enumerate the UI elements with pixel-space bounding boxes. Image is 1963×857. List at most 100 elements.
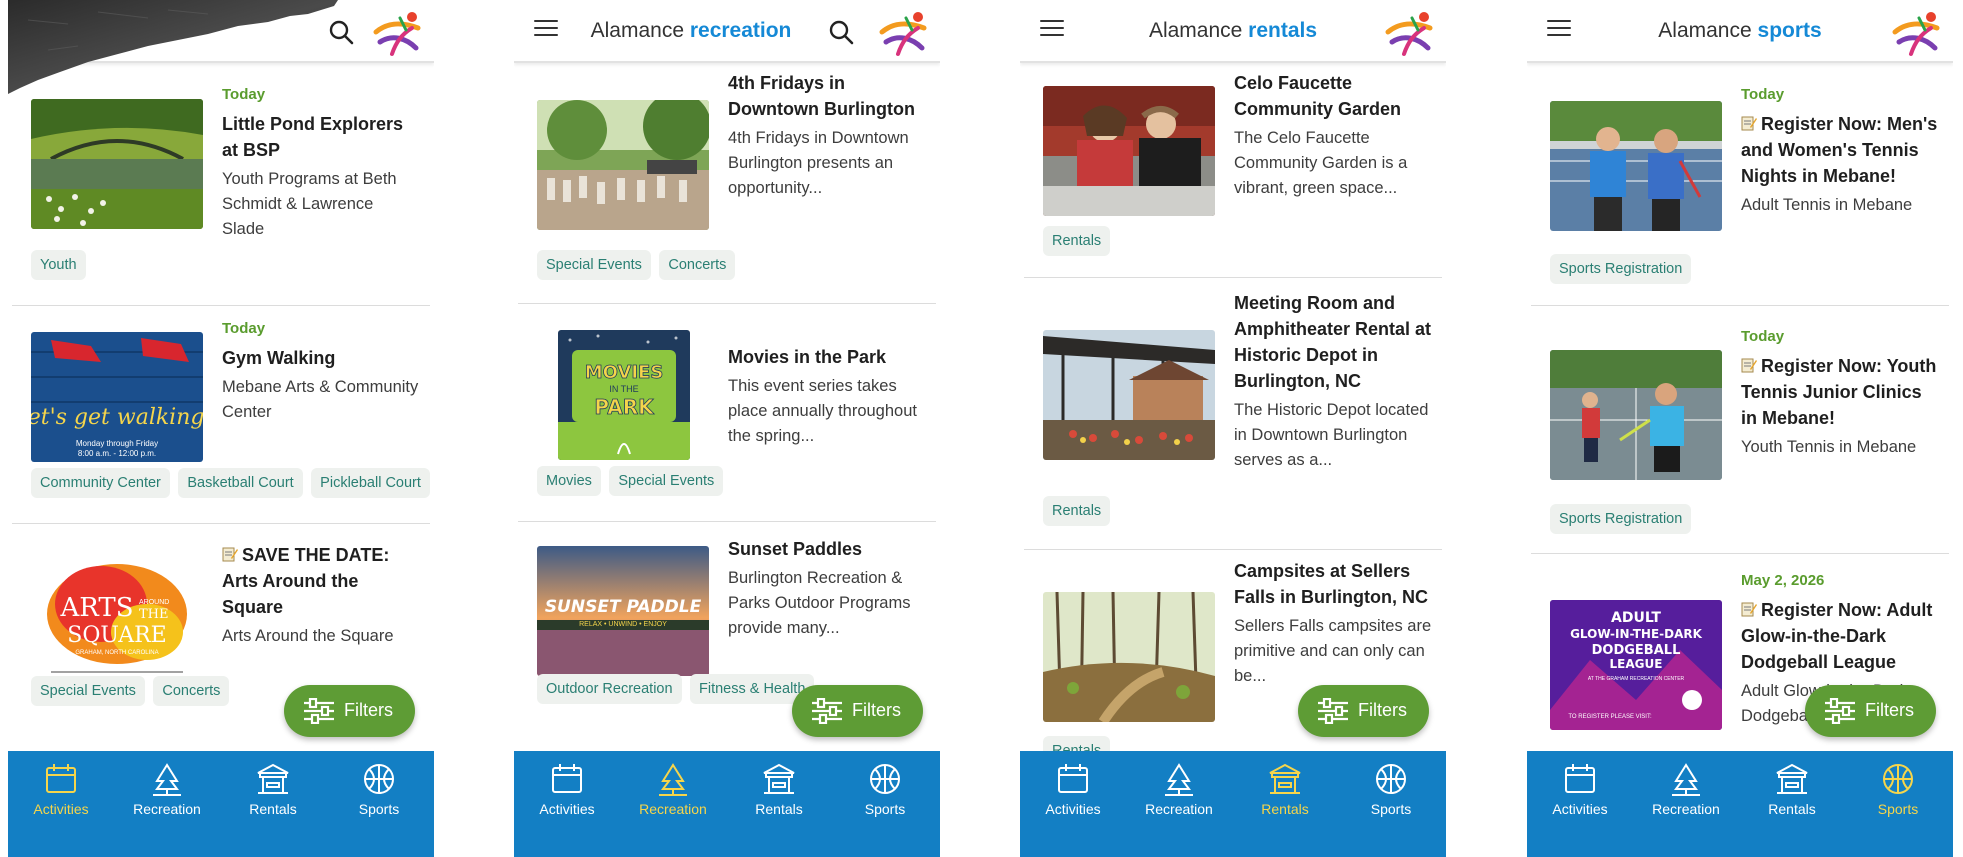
rental-title[interactable]: Meeting Room and Amphitheater Rental at … bbox=[1234, 290, 1432, 394]
event-title-text: SAVE THE DATE: Arts Around the Square bbox=[222, 545, 390, 617]
rental-description: The Celo Faucette Community Garden is a … bbox=[1234, 129, 1408, 197]
sliders-icon bbox=[812, 698, 842, 724]
tag-chip[interactable]: Outdoor Recreation bbox=[537, 674, 682, 704]
bottom-nav: Activities Recreation Rentals Sports bbox=[514, 751, 940, 857]
nav-recreation[interactable]: Recreation bbox=[620, 761, 726, 817]
event-title-text: Register Now: Youth Tennis Junior Clinic… bbox=[1741, 356, 1937, 428]
tag-chip[interactable]: Rentals bbox=[1043, 226, 1111, 256]
filters-label: Filters bbox=[344, 700, 393, 720]
card-info: Today Register Now: Youth Tennis Junior … bbox=[1741, 328, 1939, 460]
event-title[interactable]: Movies in the Park bbox=[728, 344, 926, 370]
screen-sports: Alamance sports Today Register Now: Men'… bbox=[1527, 0, 1953, 857]
nav-rentals[interactable]: Rentals bbox=[1739, 761, 1845, 817]
tag-chip[interactable]: Rentals bbox=[1043, 496, 1111, 526]
nav-sports[interactable]: Sports bbox=[1338, 761, 1444, 817]
nav-sports[interactable]: Sports bbox=[832, 761, 938, 817]
tag-chip[interactable]: Pickleball Court bbox=[311, 468, 430, 498]
event-title[interactable]: Register Now: Youth Tennis Junior Clinic… bbox=[1741, 353, 1939, 431]
event-title[interactable]: Register Now: Adult Glow-in-the-Dark Dod… bbox=[1741, 597, 1939, 675]
nav-label: Activities bbox=[33, 801, 89, 817]
tag-chip[interactable]: Special Events bbox=[537, 250, 651, 280]
app-title: Alamance recreation bbox=[514, 19, 868, 43]
rental-title[interactable]: Celo Faucette Community Garden bbox=[1234, 70, 1432, 122]
pavilion-icon bbox=[257, 763, 289, 794]
tree-icon bbox=[153, 763, 181, 796]
nav-recreation[interactable]: Recreation bbox=[1633, 761, 1739, 817]
event-date: Today bbox=[1741, 328, 1785, 345]
list-item[interactable]: Meeting Room and Amphitheater Rental at … bbox=[1024, 280, 1442, 550]
list-item[interactable]: Today Little Pond Explorers at BSP Youth… bbox=[12, 64, 430, 306]
image-caption-sub: SQUARE bbox=[67, 623, 166, 648]
tag-chip[interactable]: Community Center bbox=[31, 468, 170, 498]
tag-chip[interactable]: Sports Registration bbox=[1550, 504, 1692, 534]
list-item[interactable]: Today Register Now: Youth Tennis Junior … bbox=[1531, 308, 1949, 554]
nav-activities[interactable]: Activities bbox=[1020, 761, 1126, 817]
nav-rentals[interactable]: Rentals bbox=[726, 761, 832, 817]
list-item[interactable]: MOVIES IN THE PARK Movies in the Park This… bbox=[518, 306, 936, 522]
app-header: Alamance recreation bbox=[514, 0, 940, 63]
card-info: Celo Faucette Community Garden The Celo … bbox=[1234, 70, 1432, 201]
activity-list: Today Little Pond Explorers at BSP Youth… bbox=[8, 64, 434, 751]
event-description: This event series takes place annually t… bbox=[728, 377, 917, 445]
tag-chip[interactable]: Concerts bbox=[659, 250, 736, 280]
filters-button[interactable]: Filters bbox=[1298, 685, 1429, 737]
event-title[interactable]: 4th Fridays in Downtown Burlington bbox=[728, 70, 926, 122]
tag-chip[interactable]: Basketball Court bbox=[178, 468, 303, 498]
alamance-logo[interactable] bbox=[1382, 8, 1436, 58]
tag-chip[interactable]: Rentals bbox=[1043, 736, 1111, 751]
filters-button[interactable]: Filters bbox=[792, 685, 923, 737]
nav-label: Sports bbox=[864, 801, 906, 817]
nav-recreation[interactable]: Recreation bbox=[114, 761, 220, 817]
list-item[interactable]: let's get walking! Monday through Friday8… bbox=[12, 308, 430, 524]
nav-activities[interactable]: Activities bbox=[8, 761, 114, 817]
tag-chip[interactable]: Movies bbox=[537, 466, 601, 496]
tag-list: Sports Registration bbox=[1550, 504, 1949, 534]
alamance-logo[interactable] bbox=[1889, 8, 1943, 58]
sport-thumbnail: ADULT GLOW-IN-THE-DARK DODGEBALL LEAGUE AT T… bbox=[1550, 600, 1722, 730]
nav-recreation[interactable]: Recreation bbox=[1126, 761, 1232, 817]
nav-label: Activities bbox=[1552, 801, 1608, 817]
brand-name: Alamance bbox=[590, 19, 684, 42]
event-title[interactable]: Gym Walking bbox=[222, 345, 420, 371]
tag-chip[interactable]: Youth bbox=[31, 250, 86, 280]
brand-name: Alamance bbox=[1658, 19, 1752, 42]
tag-chip[interactable]: Sports Registration bbox=[1550, 254, 1692, 284]
card-info: Movies in the Park This event series tak… bbox=[728, 344, 926, 449]
rental-description: Sellers Falls campsites are primitive an… bbox=[1234, 617, 1432, 685]
nav-label: Sports bbox=[1877, 801, 1919, 817]
tag-chip[interactable]: Special Events bbox=[31, 676, 145, 706]
rental-title[interactable]: Campsites at Sellers Falls in Burlington… bbox=[1234, 558, 1432, 610]
filters-label: Filters bbox=[1358, 700, 1407, 720]
list-item[interactable]: Today Register Now: Men's and Women's Te… bbox=[1531, 64, 1949, 306]
nav-label: Rentals bbox=[1261, 801, 1309, 817]
nav-activities[interactable]: Activities bbox=[1527, 761, 1633, 817]
alamance-logo[interactable] bbox=[876, 8, 930, 58]
event-title[interactable]: Little Pond Explorers at BSP bbox=[222, 111, 420, 163]
memo-icon bbox=[1741, 358, 1757, 373]
image-caption-sub: RELAX • UNWIND • ENJOY bbox=[579, 621, 667, 628]
nav-activities[interactable]: Activities bbox=[514, 761, 620, 817]
tag-chip[interactable]: Concerts bbox=[153, 676, 230, 706]
nav-rentals[interactable]: Rentals bbox=[1232, 761, 1338, 817]
image-caption: SUNSET PADDLE bbox=[545, 597, 702, 617]
sliders-icon bbox=[304, 698, 334, 724]
image-caption-place: GRAHAM, NORTH CAROLINA bbox=[75, 650, 158, 656]
nav-sports[interactable]: Sports bbox=[326, 761, 432, 817]
tag-chip[interactable]: Special Events bbox=[609, 466, 724, 496]
image-caption-around: AROUND bbox=[139, 599, 169, 606]
event-title[interactable]: Sunset Paddles bbox=[728, 536, 926, 562]
app-screens: Today Little Pond Explorers at BSP Youth… bbox=[0, 0, 1963, 857]
nav-sports[interactable]: Sports bbox=[1845, 761, 1951, 817]
image-caption-sub: IN THE bbox=[609, 384, 638, 394]
event-title[interactable]: SAVE THE DATE: Arts Around the Square bbox=[222, 542, 420, 620]
list-item[interactable]: Celo Faucette Community Garden The Celo … bbox=[1024, 64, 1442, 278]
search-icon[interactable] bbox=[828, 19, 854, 45]
nav-rentals[interactable]: Rentals bbox=[220, 761, 326, 817]
pavilion-icon bbox=[1776, 763, 1808, 794]
filters-button[interactable]: Filters bbox=[1805, 685, 1936, 737]
filters-button[interactable]: Filters bbox=[284, 685, 415, 737]
event-title[interactable]: Register Now: Men's and Women's Tennis N… bbox=[1741, 111, 1939, 189]
event-thumbnail bbox=[31, 99, 203, 229]
event-date: Today bbox=[1741, 86, 1785, 103]
list-item[interactable]: 4th Fridays in Downtown Burlington 4th F… bbox=[518, 64, 936, 304]
